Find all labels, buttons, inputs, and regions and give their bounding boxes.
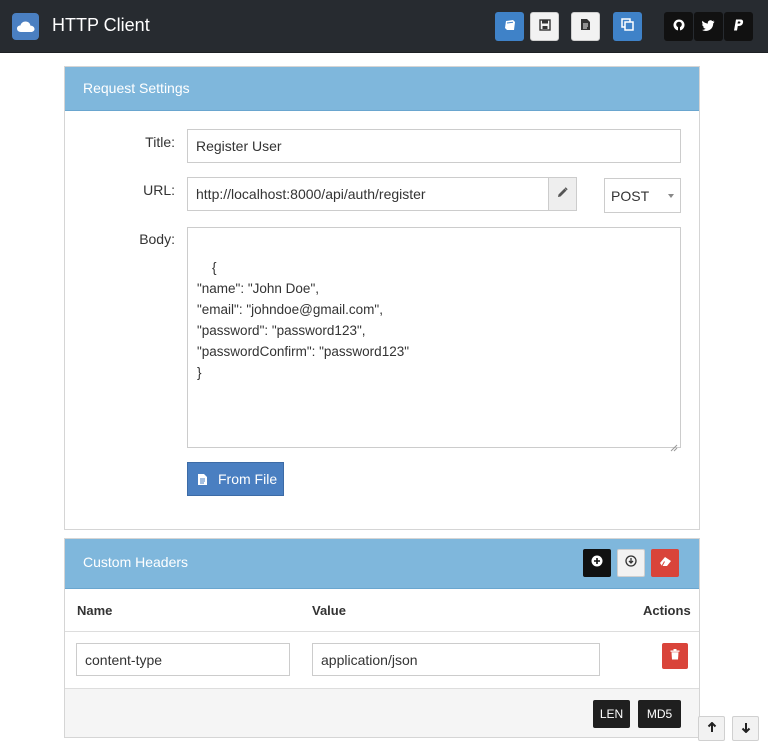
- url-input[interactable]: http://localhost:8000/api/auth/register: [187, 177, 549, 211]
- edit-url-button[interactable]: [548, 177, 577, 211]
- request-settings-header: Request Settings: [65, 67, 699, 111]
- md5-button[interactable]: MD5: [638, 700, 681, 728]
- header-value-input[interactable]: application/json: [312, 643, 600, 676]
- header-name-value: content-type: [85, 652, 162, 668]
- body-textarea-value: { "name": "John Doe", "email": "johndoe@…: [197, 260, 409, 380]
- paypal-icon: [733, 18, 744, 36]
- import-header-button[interactable]: [617, 549, 645, 577]
- trash-icon: [670, 647, 680, 665]
- arrow-down-icon: [741, 720, 751, 738]
- table-divider: [65, 631, 699, 632]
- save-button[interactable]: [530, 12, 559, 41]
- book-icon: [504, 18, 516, 36]
- document-button[interactable]: [571, 12, 600, 41]
- book-button[interactable]: [495, 12, 524, 41]
- eraser-icon: [659, 554, 672, 572]
- request-settings-title: Request Settings: [83, 80, 190, 96]
- github-button[interactable]: [664, 12, 693, 41]
- save-icon: [539, 18, 551, 36]
- document-icon: [580, 18, 591, 36]
- delete-header-button[interactable]: [662, 643, 688, 669]
- len-button[interactable]: LEN: [593, 700, 630, 728]
- header-name-input[interactable]: content-type: [76, 643, 290, 676]
- from-file-button[interactable]: From File: [187, 462, 284, 496]
- column-header-name: Name: [77, 603, 112, 618]
- cloud-icon: [12, 13, 39, 40]
- caret-down-icon: [668, 194, 674, 198]
- file-icon: [197, 473, 208, 486]
- header-value-value: application/json: [321, 652, 418, 668]
- twitter-icon: [702, 18, 715, 36]
- copy-button[interactable]: [613, 12, 642, 41]
- headers-footer: LEN MD5: [65, 688, 699, 737]
- clear-headers-button[interactable]: [651, 549, 679, 577]
- title-input-value: Register User: [196, 138, 282, 154]
- scroll-down-button[interactable]: [732, 716, 759, 741]
- paypal-button[interactable]: [724, 12, 753, 41]
- download-circle-icon: [625, 554, 637, 572]
- top-bar: HTTP Client: [0, 0, 768, 53]
- column-header-value: Value: [312, 603, 346, 618]
- resize-handle-icon[interactable]: [670, 437, 678, 445]
- custom-headers-header: Custom Headers: [65, 539, 699, 589]
- url-label: URL:: [95, 182, 175, 198]
- arrow-up-icon: [707, 720, 717, 738]
- body-textarea[interactable]: { "name": "John Doe", "email": "johndoe@…: [187, 227, 681, 448]
- custom-headers-title: Custom Headers: [83, 554, 188, 570]
- url-input-value: http://localhost:8000/api/auth/register: [196, 186, 426, 202]
- twitter-button[interactable]: [694, 12, 723, 41]
- from-file-label: From File: [218, 471, 277, 487]
- pencil-icon: [557, 185, 568, 203]
- app-title: HTTP Client: [52, 15, 150, 36]
- scroll-up-button[interactable]: [698, 716, 725, 741]
- github-icon: [673, 18, 685, 36]
- request-settings-panel: Request Settings Title: Register User UR…: [64, 66, 700, 530]
- method-select-value: POST: [611, 188, 649, 204]
- title-input[interactable]: Register User: [187, 129, 681, 163]
- method-select[interactable]: POST: [604, 178, 681, 213]
- custom-headers-panel: Custom Headers Name Value Actions conten…: [64, 538, 700, 738]
- copy-icon: [621, 18, 634, 36]
- column-header-actions: Actions: [643, 603, 691, 618]
- add-header-button[interactable]: [583, 549, 611, 577]
- plus-circle-icon: [591, 554, 603, 572]
- body-label: Body:: [95, 231, 175, 247]
- title-label: Title:: [95, 134, 175, 150]
